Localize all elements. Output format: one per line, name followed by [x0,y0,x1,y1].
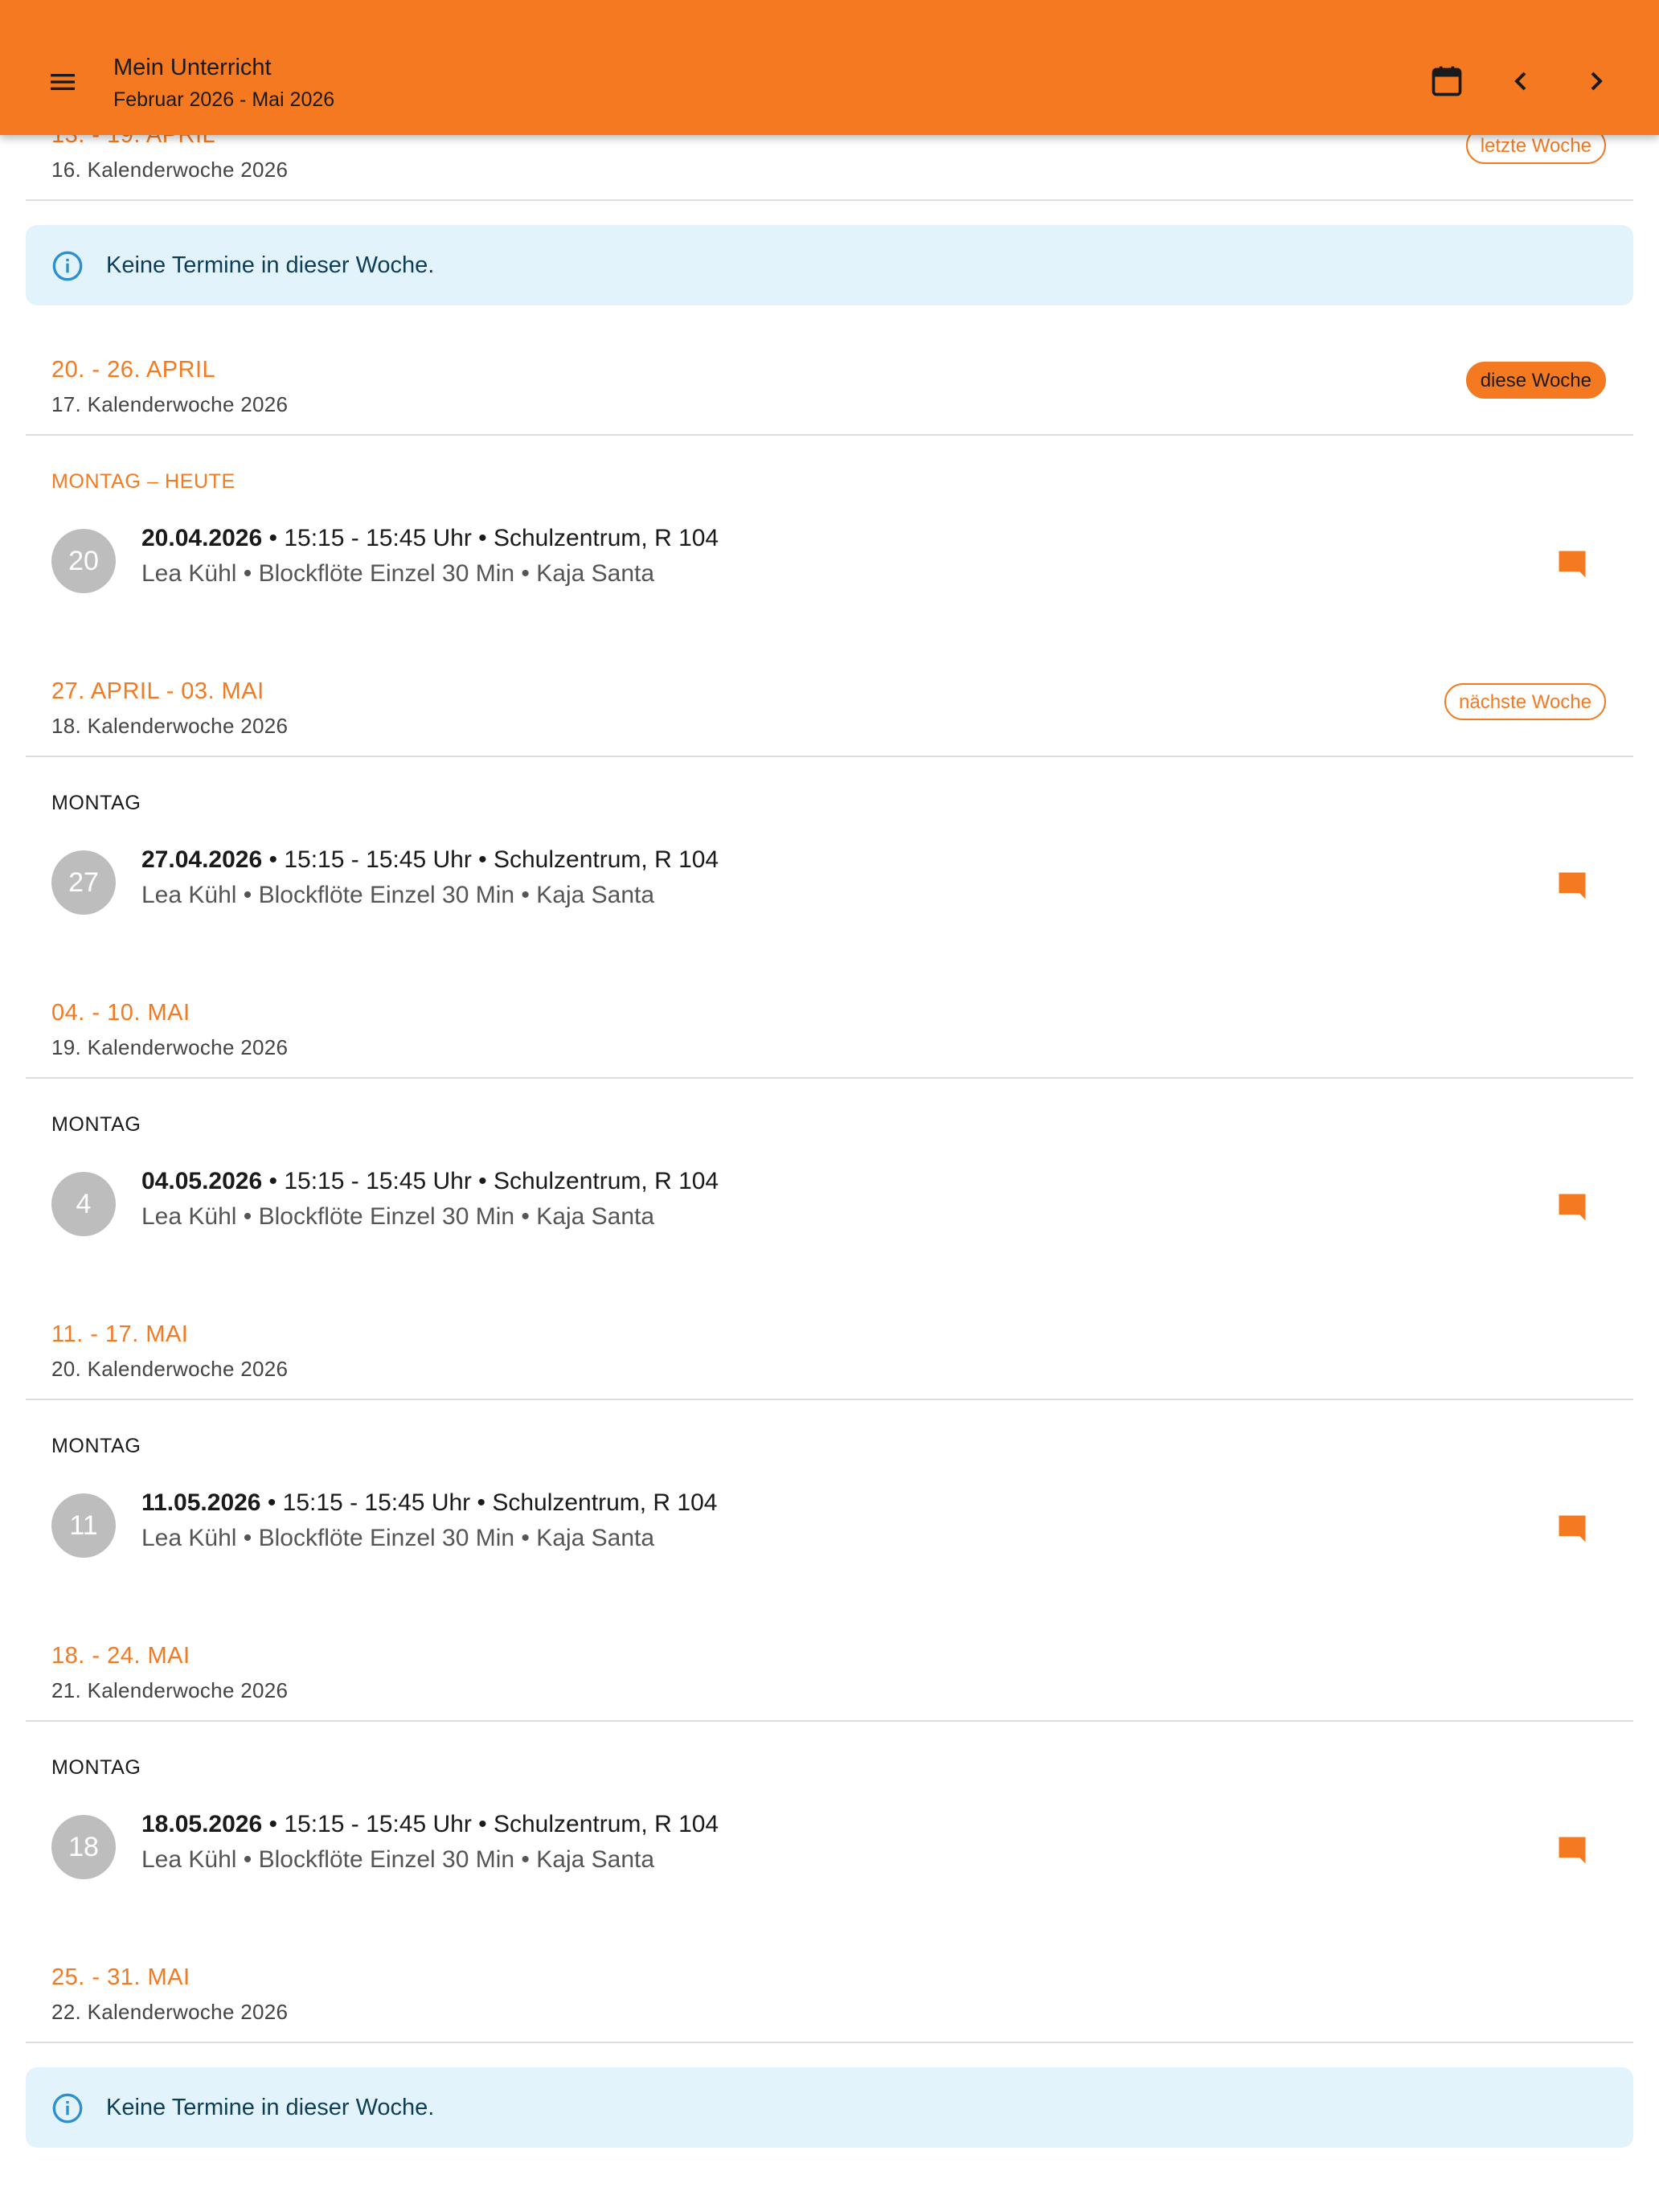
divider [26,1077,1633,1079]
week-header: 20. - 26. APRIL 17. Kalenderwoche 2026 d… [26,355,1633,436]
lesson-item[interactable]: 27 27.04.2026 • 15:15 - 15:45 Uhr • Schu… [26,836,1633,932]
calendar-icon [1432,66,1462,96]
app-bar-titles: Mein Unterricht Februar 2026 - Mai 2026 [113,53,334,114]
lesson-details: • 15:15 - 15:45 Uhr • Schulzentrum, R 10… [262,846,719,873]
week-number: 19. Kalenderwoche 2026 [51,1035,289,1059]
week-range: 04. - 10. MAI [51,1000,190,1026]
lesson-date: 20.04.2026 [141,525,263,551]
lesson-details: • 15:15 - 15:45 Uhr • Schulzentrum, R 10… [262,1811,719,1837]
lesson-item[interactable]: 18 18.05.2026 • 15:15 - 15:45 Uhr • Schu… [26,1800,1633,1897]
comment-icon [1559,872,1586,899]
chevron-right-icon [1591,72,1603,91]
comment-icon [1559,1194,1586,1221]
lesson-details: • 15:15 - 15:45 Uhr • Schulzentrum, R 10… [262,1168,719,1194]
week-number: 16. Kalenderwoche 2026 [51,158,289,182]
day-label: MONTAG – HEUTE [51,470,236,493]
comment-icon [1559,551,1586,578]
day-label: MONTAG [51,1113,141,1136]
info-box: Keine Termine in dieser Woche. [26,2067,1633,2148]
divider [26,756,1633,757]
lesson-primary: 11.05.2026 • 15:15 - 15:45 Uhr • Schulze… [141,1487,717,1519]
previous-button[interactable] [1497,58,1544,104]
day-avatar: 20 [51,529,116,593]
lesson-details: • 15:15 - 15:45 Uhr • Schulzentrum, R 10… [262,525,719,551]
day-label: MONTAG [51,1435,141,1457]
week-header: 18. - 24. MAI 21. Kalenderwoche 2026 [26,1641,1633,1722]
lesson-secondary: Lea Kühl • Blockflöte Einzel 30 Min • Ka… [141,1846,655,1873]
week-number: 22. Kalenderwoche 2026 [51,2000,289,2024]
menu-button[interactable] [40,63,85,101]
week-header: 04. - 10. MAI 19. Kalenderwoche 2026 [26,998,1633,1079]
week-range: 11. - 17. MAI [51,1321,189,1347]
no-appointments-text: Keine Termine in dieser Woche. [106,2095,435,2120]
lesson-date: 11.05.2026 [141,1489,261,1516]
day-avatar: 27 [51,850,116,915]
week-header: 27. APRIL - 03. MAI 18. Kalenderwoche 20… [26,677,1633,757]
comment-button[interactable] [1553,545,1591,584]
next-button[interactable] [1573,58,1620,104]
lesson-date: 18.05.2026 [141,1811,263,1837]
day-label: MONTAG [51,792,141,814]
divider [26,199,1633,201]
lesson-primary: 18.05.2026 • 15:15 - 15:45 Uhr • Schulze… [141,1809,719,1841]
page-title: Mein Unterricht [113,55,272,80]
day-avatar: 11 [51,1493,116,1558]
week-range: 25. - 31. MAI [51,1964,190,1990]
lesson-item[interactable]: 4 04.05.2026 • 15:15 - 15:45 Uhr • Schul… [26,1157,1633,1254]
comment-icon [1559,1837,1586,1864]
this-week-chip[interactable]: diese Woche [1465,362,1606,399]
lesson-item[interactable]: 11 11.05.2026 • 15:15 - 15:45 Uhr • Schu… [26,1479,1633,1575]
week-number: 21. Kalenderwoche 2026 [51,1678,289,1702]
day-avatar: 18 [51,1815,116,1879]
comment-button[interactable] [1553,1509,1591,1548]
info-box: Keine Termine in dieser Woche. [26,225,1633,305]
day-label: MONTAG [51,1756,141,1779]
week-range: 18. - 24. MAI [51,1643,190,1669]
lesson-primary: 27.04.2026 • 15:15 - 15:45 Uhr • Schulze… [141,844,719,876]
lesson-primary: 20.04.2026 • 15:15 - 15:45 Uhr • Schulze… [141,522,719,555]
divider [26,1720,1633,1722]
week-range: 20. - 26. APRIL [51,357,216,383]
menu-icon [51,74,75,90]
day-avatar: 4 [51,1172,116,1236]
divider [26,434,1633,436]
comment-button[interactable] [1553,1831,1591,1870]
divider [26,1399,1633,1400]
lesson-date: 04.05.2026 [141,1168,263,1194]
no-appointments-text: Keine Termine in dieser Woche. [106,252,435,278]
next-week-chip[interactable]: nächste Woche [1444,683,1606,720]
lesson-secondary: Lea Kühl • Blockflöte Einzel 30 Min • Ka… [141,1525,655,1551]
divider [26,2042,1633,2043]
comment-button[interactable] [1553,1188,1591,1227]
week-number: 20. Kalenderwoche 2026 [51,1357,289,1381]
lesson-primary: 04.05.2026 • 15:15 - 15:45 Uhr • Schulze… [141,1165,719,1198]
week-list[interactable]: 13. - 19. APRIL 16. Kalenderwoche 2026 l… [0,0,1659,2212]
week-number: 18. Kalenderwoche 2026 [51,714,289,738]
week-header: 25. - 31. MAI 22. Kalenderwoche 2026 [26,1963,1633,2043]
lesson-secondary: Lea Kühl • Blockflöte Einzel 30 Min • Ka… [141,1203,655,1230]
page-subtitle: Februar 2026 - Mai 2026 [113,88,335,111]
lesson-date: 27.04.2026 [141,846,263,873]
chevron-left-icon [1514,72,1526,91]
lesson-item[interactable]: 20 20.04.2026 • 15:15 - 15:45 Uhr • Schu… [26,514,1633,611]
lesson-secondary: Lea Kühl • Blockflöte Einzel 30 Min • Ka… [141,560,655,587]
calendar-button[interactable] [1423,58,1470,104]
info-icon [52,251,83,281]
week-number: 17. Kalenderwoche 2026 [51,392,289,416]
comment-button[interactable] [1553,866,1591,905]
app-bar: Mein Unterricht Februar 2026 - Mai 2026 [0,0,1659,135]
info-icon [52,2093,83,2124]
lesson-details: • 15:15 - 15:45 Uhr • Schulzentrum, R 10… [260,1489,718,1516]
week-header: 11. - 17. MAI 20. Kalenderwoche 2026 [26,1320,1633,1400]
comment-icon [1559,1515,1586,1542]
lesson-secondary: Lea Kühl • Blockflöte Einzel 30 Min • Ka… [141,882,655,908]
week-range: 27. APRIL - 03. MAI [51,678,264,704]
